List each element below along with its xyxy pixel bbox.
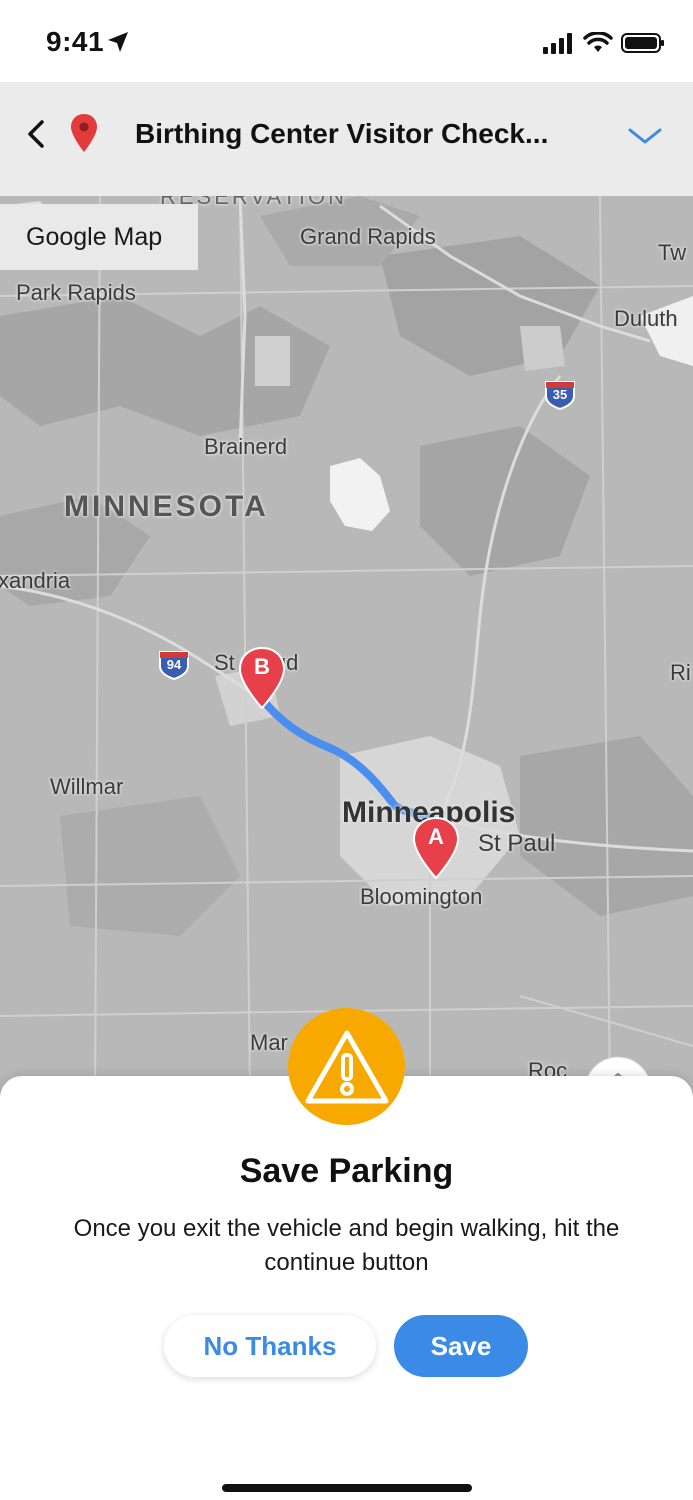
status-bar: 9:41 [0,0,693,82]
location-arrow-icon [108,32,128,52]
status-time: 9:41 [46,26,105,57]
origin-marker-a[interactable]: A [411,816,461,880]
map-label-minnesota: MINNESOTA [64,490,269,523]
home-indicator[interactable] [222,1484,472,1492]
map-label-grand-rapids: Grand Rapids [300,224,436,249]
map-label-mankato: Mar [250,1030,288,1055]
destination-marker-b[interactable]: B [237,646,287,710]
warning-icon [305,1030,388,1103]
battery-icon [621,33,664,53]
interstate-35-shield-icon: 35 [544,378,576,411]
map-view[interactable]: Google Map RESERVATION Grand Rapids Tw P… [0,196,693,1096]
signal-icon [543,33,572,54]
interstate-94-label: 94 [166,657,182,672]
map-terrain [0,196,693,1096]
back-button[interactable] [18,114,54,154]
map-label-willmar: Willmar [50,774,124,799]
back-chevron-icon [28,120,44,148]
save-button[interactable]: Save [394,1315,528,1377]
chevron-down-icon [628,128,662,144]
navigation-header: Birthing Center Visitor Check... [0,82,693,196]
map-label-two-harbors: Tw [658,240,687,265]
interstate-94-shield-icon: 94 [158,648,190,681]
dialog-title: Save Parking [239,1152,454,1190]
warning-badge [288,1008,405,1125]
no-thanks-button[interactable]: No Thanks [164,1315,376,1377]
map-label-st-paul: St Paul [478,830,556,857]
page-title: Birthing Center Visitor Check... [135,118,549,149]
marker-a-label: A [428,824,444,849]
map-label-alexandria: xandria [0,568,71,593]
map-label-duluth: Duluth [614,306,678,331]
map-source-label: Google Map [0,204,198,270]
status-indicators [543,30,665,56]
save-parking-dialog [0,1076,693,1500]
dialog-message: Once you exit the vehicle and begin walk… [73,1215,620,1276]
map-label-brainerd: Brainerd [204,434,288,459]
map-pin-icon [71,114,97,152]
map-label-bloomington: Bloomington [360,884,483,909]
map-label-river-falls: Ri [670,660,691,685]
expand-button[interactable] [625,118,665,154]
map-label-reservation: RESERVATION [160,196,348,209]
wifi-icon [583,32,613,52]
marker-b-label: B [254,654,270,679]
interstate-35-label: 35 [552,387,568,402]
map-label-park-rapids: Park Rapids [16,280,136,305]
